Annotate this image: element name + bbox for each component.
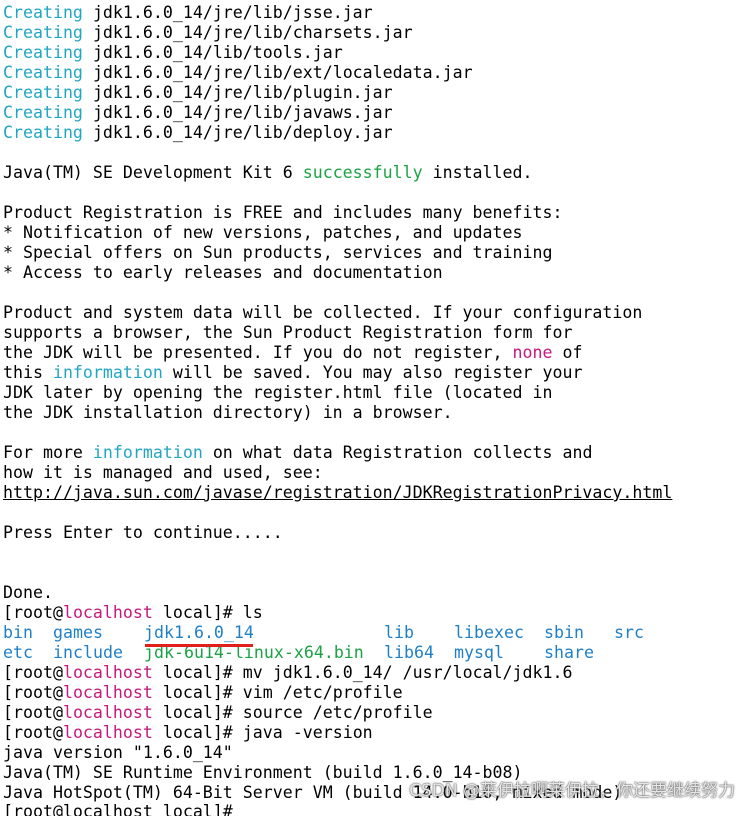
ls-dir-include: include [53,643,123,662]
collect-line-3: the JDK will be presented. If you do not… [3,343,583,362]
prompt-java-version: [root@localhost local]# java -version [3,723,373,742]
ls-output-row-2: etc include jdk-6u14-linux-x64.bin lib64 mys… [3,643,749,663]
java-version-line: java version "1.6.0_14" [3,743,233,762]
clipped-prompt-line: [root@localhost local]# [3,802,243,816]
creating-line-7: Creating jdk1.6.0_14/jre/lib/deploy.jar [3,123,393,142]
press-enter-line: Press Enter to continue..... [3,523,283,542]
ls-dir-games: games [53,623,103,642]
csdn-watermark: CSDN @莱伊拉啊莱伊拉，你还要继续努力 [409,781,735,801]
prompt-ls: [root@localhost local]# ls [3,603,263,622]
ls-dir-sbin: sbin [544,623,584,642]
more-info-line-2: how it is managed and used, see: [3,463,323,482]
creating-line-3: Creating jdk1.6.0_14/lib/tools.jar [3,43,343,62]
ls-dir-libexec: libexec [454,623,524,642]
prompt-source: [root@localhost local]# source /etc/prof… [3,703,433,722]
terminal-output: Creating jdk1.6.0_14/jre/lib/jsse.jar Cr… [3,3,749,803]
prompt-mv: [root@localhost local]# mv jdk1.6.0_14/ … [3,663,573,682]
ls-dir-jdk: jdk1.6.0_14 [144,623,254,642]
more-info-line-1: For more information on what data Regist… [3,443,593,462]
registration-line-1: Product Registration is FREE and include… [3,203,563,222]
privacy-url-link[interactable]: http://java.sun.com/javase/registration/… [3,483,749,503]
ls-dir-lib: lib [384,623,414,642]
collect-line-6: the JDK installation directory) in a bro… [3,403,453,422]
creating-line-1: Creating jdk1.6.0_14/jre/lib/jsse.jar [3,3,373,22]
ls-dir-src: src [614,623,644,642]
ls-dir-etc: etc [3,643,33,662]
ls-output-row-1: bin games jdk1.6.0_14 lib libexec sbin src [3,623,749,643]
collect-line-1: Product and system data will be collecte… [3,303,643,322]
install-success-line: Java(TM) SE Development Kit 6 successful… [3,163,533,182]
ls-dir-mysql: mysql [454,643,504,662]
registration-line-3: * Special offers on Sun products, servic… [3,243,553,262]
collect-line-4: this information will be saved. You may … [3,363,583,382]
creating-line-5: Creating jdk1.6.0_14/jre/lib/plugin.jar [3,83,393,102]
creating-line-6: Creating jdk1.6.0_14/jre/lib/javaws.jar [3,103,393,122]
done-line: Done. [3,583,53,602]
collect-line-2: supports a browser, the Sun Product Regi… [3,323,573,342]
ls-dir-bin: bin [3,623,33,642]
red-underline-annotation [145,644,253,647]
prompt-vim: [root@localhost local]# vim /etc/profile [3,683,403,702]
creating-line-4: Creating jdk1.6.0_14/jre/lib/ext/localed… [3,63,473,82]
ls-dir-share: share [544,643,594,662]
registration-line-4: * Access to early releases and documenta… [3,263,443,282]
creating-line-2: Creating jdk1.6.0_14/jre/lib/charsets.ja… [3,23,413,42]
ls-dir-lib64: lib64 [384,643,434,662]
registration-line-2: * Notification of new versions, patches,… [3,223,523,242]
collect-line-5: JDK later by opening the register.html f… [3,383,553,402]
